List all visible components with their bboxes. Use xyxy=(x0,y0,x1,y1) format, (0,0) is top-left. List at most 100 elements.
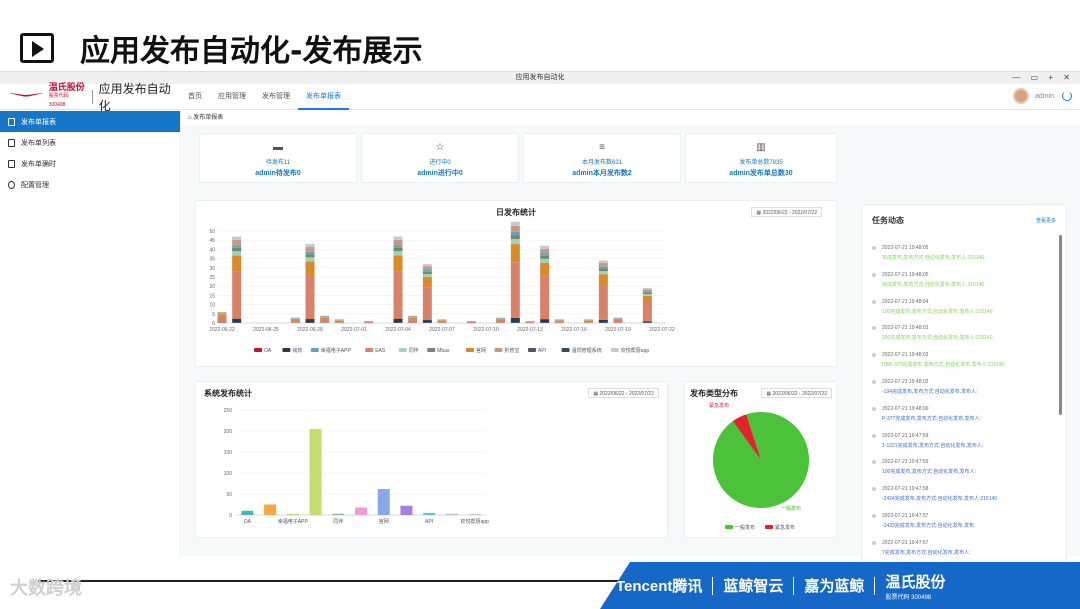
legend-label[interactable]: EAS xyxy=(375,348,386,354)
legend-label[interactable]: 同伴 xyxy=(409,347,419,354)
sidebar-item-release-timing[interactable]: 发布单确时 xyxy=(0,153,180,174)
bar-segment[interactable] xyxy=(598,319,608,323)
bar-segment[interactable] xyxy=(642,291,652,293)
bar-segment[interactable] xyxy=(598,262,608,267)
bar-segment[interactable] xyxy=(305,254,315,258)
bar-segment[interactable] xyxy=(290,319,300,323)
bar-segment[interactable] xyxy=(232,236,242,240)
bar-segment[interactable] xyxy=(642,292,652,294)
bar-segment[interactable] xyxy=(393,239,403,246)
legend-label[interactable]: 幸福电子APP xyxy=(321,347,352,354)
bar-segment[interactable] xyxy=(422,264,432,267)
bar-segment[interactable] xyxy=(232,239,242,246)
legend-label[interactable]: 钦悦帮厨app xyxy=(621,347,650,354)
bar-segment[interactable] xyxy=(320,317,330,319)
sidebar-item-release-list[interactable]: 发布单列表 xyxy=(0,132,180,153)
feed-item[interactable]: 2022-07-21 19:48:02 -194完成发布,发布方式:自动化发布,发… xyxy=(872,379,1058,395)
stat-card-total[interactable]: ▥ 发布单总数7835 admin发布单总数30 xyxy=(685,133,837,183)
bar-segment[interactable] xyxy=(217,314,227,317)
bar-segment[interactable] xyxy=(232,255,242,272)
bar[interactable] xyxy=(468,514,481,515)
feed-item[interactable]: 2022-07-21 19:48:05 完成发布,发布方式:自动化发布,发布人:2… xyxy=(872,245,1058,261)
bar-segment[interactable] xyxy=(305,243,315,248)
feed-scrollbar[interactable] xyxy=(1059,235,1062,415)
bar-segment[interactable] xyxy=(217,316,227,323)
bar-segment[interactable] xyxy=(393,271,403,319)
logout-icon[interactable] xyxy=(1062,91,1072,101)
bar-segment[interactable] xyxy=(305,257,315,262)
bar-segment[interactable] xyxy=(408,318,418,323)
bar-segment[interactable] xyxy=(613,319,623,323)
bar-segment[interactable] xyxy=(437,320,447,323)
bar-segment[interactable] xyxy=(642,293,652,296)
legend-label[interactable]: 温饲管理系统 xyxy=(572,347,602,354)
bar-segment[interactable] xyxy=(642,295,652,303)
bar[interactable] xyxy=(241,510,254,515)
bar-segment[interactable] xyxy=(422,277,432,288)
feed-item[interactable]: 2022-07-21 19:48:03 HBP-377完成发布,发布方式:自动化发… xyxy=(872,352,1058,368)
bar-segment[interactable] xyxy=(422,270,432,272)
bar-segment[interactable] xyxy=(422,274,432,278)
bar-segment[interactable] xyxy=(642,289,652,292)
bar-segment[interactable] xyxy=(510,262,520,318)
sidebar-item-release-report[interactable]: 发布单报表 xyxy=(0,111,180,132)
bar-segment[interactable] xyxy=(408,317,418,319)
bar-segment[interactable] xyxy=(510,234,520,240)
bar-segment[interactable] xyxy=(422,266,432,271)
bar[interactable] xyxy=(332,513,345,515)
bar-segment[interactable] xyxy=(613,318,623,320)
bar-segment[interactable] xyxy=(232,247,242,252)
feed-item[interactable]: 2022-07-21 19:48:04 100完成发布,发布方式:自动化发布,发布… xyxy=(872,299,1058,315)
bar-segment[interactable] xyxy=(510,225,520,232)
bar-segment[interactable] xyxy=(598,285,608,320)
bar-segment[interactable] xyxy=(540,276,550,320)
bar-segment[interactable] xyxy=(540,245,550,249)
bar[interactable] xyxy=(400,505,413,515)
bar-segment[interactable] xyxy=(305,319,315,323)
legend-label[interactable]: Mbas xyxy=(437,348,450,354)
bar[interactable] xyxy=(445,513,458,515)
bar-segment[interactable] xyxy=(393,255,403,272)
bar-segment[interactable] xyxy=(334,320,344,323)
bar-segment[interactable] xyxy=(320,318,330,323)
feed-item[interactable]: 2022-07-21 19:47:59 1-1221完成发布,发布方式:自动化发布… xyxy=(872,433,1058,449)
legend-label[interactable]: 官网 xyxy=(476,347,486,354)
bar-segment[interactable] xyxy=(305,275,315,320)
bar[interactable] xyxy=(309,428,322,515)
bar-segment[interactable] xyxy=(584,320,594,323)
bar-segment[interactable] xyxy=(393,236,403,240)
bar-segment[interactable] xyxy=(540,253,550,256)
bar-segment[interactable] xyxy=(422,320,432,323)
stat-card-pending[interactable]: ▬ 待发布11 admin待发布0 xyxy=(199,133,357,183)
legend-label[interactable]: API xyxy=(538,348,546,354)
stat-card-monthly[interactable]: ≡ 本月发布数631 admin本月发布数2 xyxy=(523,133,681,183)
bar-segment[interactable] xyxy=(510,244,520,263)
sidebar-item-config[interactable]: 配置管理 xyxy=(0,174,180,195)
feed-item[interactable]: 2022-07-21 19:47:58 -2424完成发布,发布方式:自动化发布,… xyxy=(872,486,1058,502)
feed-item[interactable]: 2022-07-21 19:48:03 300完成发布,发布方式:自动化发布,发布… xyxy=(872,325,1058,341)
bar-segment[interactable] xyxy=(598,274,608,286)
bar-segment[interactable] xyxy=(540,258,550,263)
bar-segment[interactable] xyxy=(540,255,550,259)
bar-segment[interactable] xyxy=(232,245,242,248)
bar-segment[interactable] xyxy=(540,248,550,254)
bar-segment[interactable] xyxy=(305,261,315,276)
bar-segment[interactable] xyxy=(598,271,608,275)
bar-segment[interactable] xyxy=(232,251,242,256)
bar-segment[interactable] xyxy=(510,317,520,323)
nav-release-report[interactable]: 发布单报表 xyxy=(298,84,349,110)
feed-more-link[interactable]: 查看更多 xyxy=(1036,217,1056,224)
bar[interactable] xyxy=(377,488,390,515)
legend-label[interactable]: 一般发布 xyxy=(735,524,755,531)
bar-segment[interactable] xyxy=(305,247,315,252)
bar-segment[interactable] xyxy=(510,221,520,226)
bar-segment[interactable] xyxy=(510,231,520,235)
legend-label[interactable]: 钱软 xyxy=(292,347,302,354)
nav-home[interactable]: 首页 xyxy=(180,84,210,110)
bar[interactable] xyxy=(286,514,299,515)
feed-item[interactable]: 2022-07-21 19:48:00 P-377完成发布,发布方式:自动化发布,… xyxy=(872,406,1058,422)
bar-segment[interactable] xyxy=(290,318,300,320)
bar[interactable] xyxy=(264,504,277,516)
bar-segment[interactable] xyxy=(393,318,403,323)
bar-segment[interactable] xyxy=(598,268,608,272)
